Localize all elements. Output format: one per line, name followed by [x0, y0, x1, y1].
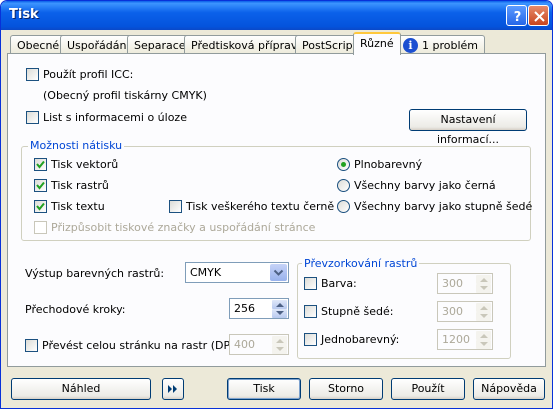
- tab-problems[interactable]: i 1 problém: [397, 35, 486, 55]
- print-text-checkbox[interactable]: [34, 200, 47, 213]
- resample-mono-label: Jednobarevný:: [321, 333, 400, 346]
- resample-color-checkbox[interactable]: [304, 277, 317, 290]
- proof-options-title: Možnosti nátisku: [28, 139, 125, 152]
- full-color-label: Plnobarevný: [354, 158, 423, 171]
- stepper-down-icon[interactable]: [476, 284, 491, 293]
- stepper-down-icon[interactable]: [476, 340, 491, 349]
- adjust-marks-label: Přizpůsobit tiskové značky a uspořádání …: [51, 221, 316, 234]
- help-button[interactable]: Nápověda: [473, 378, 545, 400]
- print-rasters-label: Tisk rastrů: [51, 179, 109, 192]
- tab-prepress[interactable]: Předtisková příprava: [184, 35, 312, 55]
- use-icc-checkbox[interactable]: [26, 68, 39, 81]
- stepper-up-icon[interactable]: [272, 300, 287, 309]
- job-info-checkbox[interactable]: [26, 111, 39, 124]
- tab-layout[interactable]: Uspořádání: [60, 35, 137, 55]
- stepper-down-icon[interactable]: [272, 345, 287, 354]
- question-icon: ?: [514, 10, 522, 25]
- adjust-marks-checkbox[interactable]: [34, 221, 47, 234]
- tab-separations[interactable]: Separace: [127, 35, 193, 55]
- help-title-button[interactable]: ?: [506, 5, 527, 26]
- chevron-down-icon[interactable]: [270, 264, 287, 281]
- info-icon: i: [403, 38, 418, 53]
- full-color-radio[interactable]: [337, 158, 350, 171]
- gradient-steps-stepper[interactable]: 256: [229, 298, 289, 319]
- raster-output-select[interactable]: CMYK: [185, 262, 289, 283]
- double-arrow-icon: [168, 385, 177, 393]
- print-vectors-label: Tisk vektorů: [51, 158, 119, 171]
- icc-profile-name: (Obecný profil tiskárny CMYK): [43, 89, 207, 102]
- check-icon: [36, 202, 45, 211]
- all-gray-label: Všechny barvy jako stupně šedé: [354, 200, 533, 213]
- radio-selected-dot: [341, 162, 346, 167]
- all-black-radio[interactable]: [337, 179, 350, 192]
- print-rasters-checkbox[interactable]: [34, 179, 47, 192]
- resample-gray-stepper[interactable]: 300: [437, 301, 493, 322]
- resample-gray-label: Stupně šedé:: [321, 305, 394, 318]
- print-text-label: Tisk textu: [51, 200, 105, 213]
- stepper-up-icon[interactable]: [476, 275, 491, 284]
- preview-toggle-button[interactable]: [162, 378, 184, 400]
- all-text-black-checkbox[interactable]: [169, 200, 182, 213]
- close-button[interactable]: [528, 5, 549, 26]
- info-settings-button[interactable]: Nastavení informací...: [409, 109, 527, 146]
- gradient-steps-label: Přechodové kroky:: [25, 303, 126, 316]
- print-dialog: Tisk ? Obecné Uspořádání Separace Předti…: [0, 0, 553, 409]
- svg-text:?: ?: [514, 10, 522, 25]
- resample-mono-stepper[interactable]: 1200: [437, 329, 493, 350]
- raster-output-label: Výstup barevných rastrů:: [25, 267, 165, 280]
- stepper-up-icon[interactable]: [476, 331, 491, 340]
- all-black-label: Všechny barvy jako černá: [354, 179, 496, 192]
- resample-color-stepper[interactable]: 300: [437, 273, 493, 294]
- rasterize-dpi-stepper[interactable]: 400: [229, 334, 289, 355]
- resample-title: Převzorkování rastrů: [302, 257, 420, 270]
- preview-button[interactable]: Náhled: [11, 378, 151, 400]
- print-button[interactable]: Tisk: [227, 378, 301, 400]
- job-info-label: List s informacemi o úloze: [43, 111, 187, 124]
- stepper-up-icon[interactable]: [272, 336, 287, 345]
- resample-mono-checkbox[interactable]: [304, 333, 317, 346]
- cancel-button[interactable]: Storno: [309, 378, 383, 400]
- all-gray-radio[interactable]: [337, 200, 350, 213]
- close-icon: [534, 11, 545, 22]
- apply-button[interactable]: Použít: [391, 378, 465, 400]
- tab-general[interactable]: Obecné: [10, 35, 67, 55]
- tab-misc[interactable]: Různé: [353, 32, 401, 55]
- use-icc-label: Použít profil ICC:: [43, 68, 134, 81]
- check-icon: [36, 160, 45, 169]
- window-title: Tisk: [9, 7, 39, 22]
- stepper-up-icon[interactable]: [476, 303, 491, 312]
- resample-color-label: Barva:: [321, 277, 357, 290]
- check-icon: [36, 181, 45, 190]
- stepper-down-icon[interactable]: [272, 309, 287, 318]
- stepper-down-icon[interactable]: [476, 312, 491, 321]
- resample-gray-checkbox[interactable]: [304, 305, 317, 318]
- rasterize-page-checkbox[interactable]: [25, 339, 38, 352]
- print-vectors-checkbox[interactable]: [34, 158, 47, 171]
- rasterize-page-label: Převést celou stránku na rastr (DPI):: [42, 339, 242, 352]
- all-text-black-label: Tisk veškerého textu černě: [186, 200, 335, 213]
- title-bar: Tisk ?: [1, 1, 552, 30]
